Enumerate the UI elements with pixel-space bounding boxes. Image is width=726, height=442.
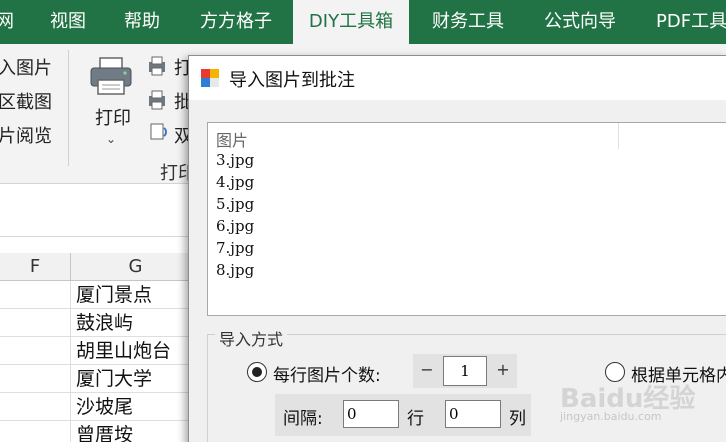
tab-diy-toolbox[interactable]: DIY工具箱 [293,0,409,44]
chevron-down-icon[interactable]: ⌄ [106,132,116,146]
printer-icon[interactable] [88,56,134,96]
print-doc-icon [148,56,170,76]
radio-per-row[interactable] [247,362,267,382]
table-row: 沙坡尾 [0,393,190,421]
cell-g[interactable]: 鼓浪屿 [72,309,190,337]
cell-f[interactable] [0,281,71,309]
column-header-f[interactable]: F [0,253,71,281]
image-file-list[interactable]: 图片 3.jpg 4.jpg 5.jpg 6.jpg 7.jpg 8.jpg [207,122,726,316]
dialog-title: 导入图片到批注 [229,70,355,91]
cell-g[interactable]: 沙坡尾 [72,393,190,421]
excel-window: 网 视图 帮助 方方格子 DIY工具箱 财务工具 公式向导 PDF工具 入图片 … [0,0,726,442]
tab-network[interactable]: 网 [0,0,14,44]
ribbon-item-image-preview[interactable]: 片阅览 [0,122,52,148]
baidu-watermark-url: jingyan.baidu.com [560,410,662,423]
gap-row-unit: 行 [407,409,424,429]
cell-f[interactable] [0,421,71,442]
list-item[interactable]: 8.jpg [216,261,254,279]
table-row: 厦门大学 [0,365,190,393]
radio-selected-dot [252,367,262,377]
cell-g[interactable]: 胡里山炮台 [72,337,190,365]
ribbon-item-area-screenshot[interactable]: 区截图 [0,88,52,114]
list-item[interactable]: 5.jpg [216,195,254,213]
list-header-divider [618,123,619,149]
cell-g[interactable]: 曾厝垵 [72,421,190,442]
tab-fangfang[interactable]: 方方格子 [200,0,272,44]
minus-button[interactable]: − [413,354,441,388]
ribbon-separator [68,50,69,166]
per-row-stepper: − 1 + [413,354,517,388]
option-per-row-label[interactable]: 每行图片个数: [273,361,381,386]
cell-g[interactable]: 厦门景点 [72,281,190,309]
per-row-input[interactable]: 1 [443,356,487,386]
cell-g[interactable]: 厦门大学 [72,365,190,393]
list-item[interactable]: 7.jpg [216,239,254,257]
gap-col-input[interactable]: 0 [445,400,501,428]
app-icon [201,69,219,87]
print-button-label[interactable]: 打印 [95,104,131,130]
import-mode-label: 导入方式 [215,326,288,350]
batch-print-icon [148,90,170,110]
cell-f[interactable] [0,393,71,421]
tab-finance-tools[interactable]: 财务工具 [432,0,504,44]
gap-settings: 间隔: 0 行 0 列 [275,394,531,436]
gap-row-input[interactable]: 0 [343,400,399,428]
cell-f[interactable] [0,337,71,365]
tab-pdf-tools[interactable]: PDF工具 [656,0,726,44]
dialog-titlebar[interactable]: 导入图片到批注 [189,56,726,100]
list-column-header[interactable]: 图片 [216,127,248,151]
cell-f[interactable] [0,309,71,337]
ribbon-item-import-image[interactable]: 入图片 [0,54,52,80]
plus-button[interactable]: + [489,354,517,388]
list-item[interactable]: 6.jpg [216,217,254,235]
table-row: 厦门景点 [0,281,190,309]
list-item[interactable]: 3.jpg [216,151,254,169]
column-header-g[interactable]: G [71,253,201,281]
gap-col-unit: 列 [509,409,526,429]
duplex-print-icon [148,122,170,142]
cell-f[interactable] [0,365,71,393]
ribbon-tabbar: 网 视图 帮助 方方格子 DIY工具箱 财务工具 公式向导 PDF工具 [0,0,726,44]
list-item[interactable]: 4.jpg [216,173,254,191]
tab-formula-wizard[interactable]: 公式向导 [544,0,616,44]
table-row: 胡里山炮台 [0,337,190,365]
tab-view[interactable]: 视图 [50,0,86,44]
tab-help[interactable]: 帮助 [124,0,160,44]
gap-label: 间隔: [283,409,323,429]
table-row: 曾厝垵 [0,421,190,442]
table-row: 鼓浪屿 [0,309,190,337]
